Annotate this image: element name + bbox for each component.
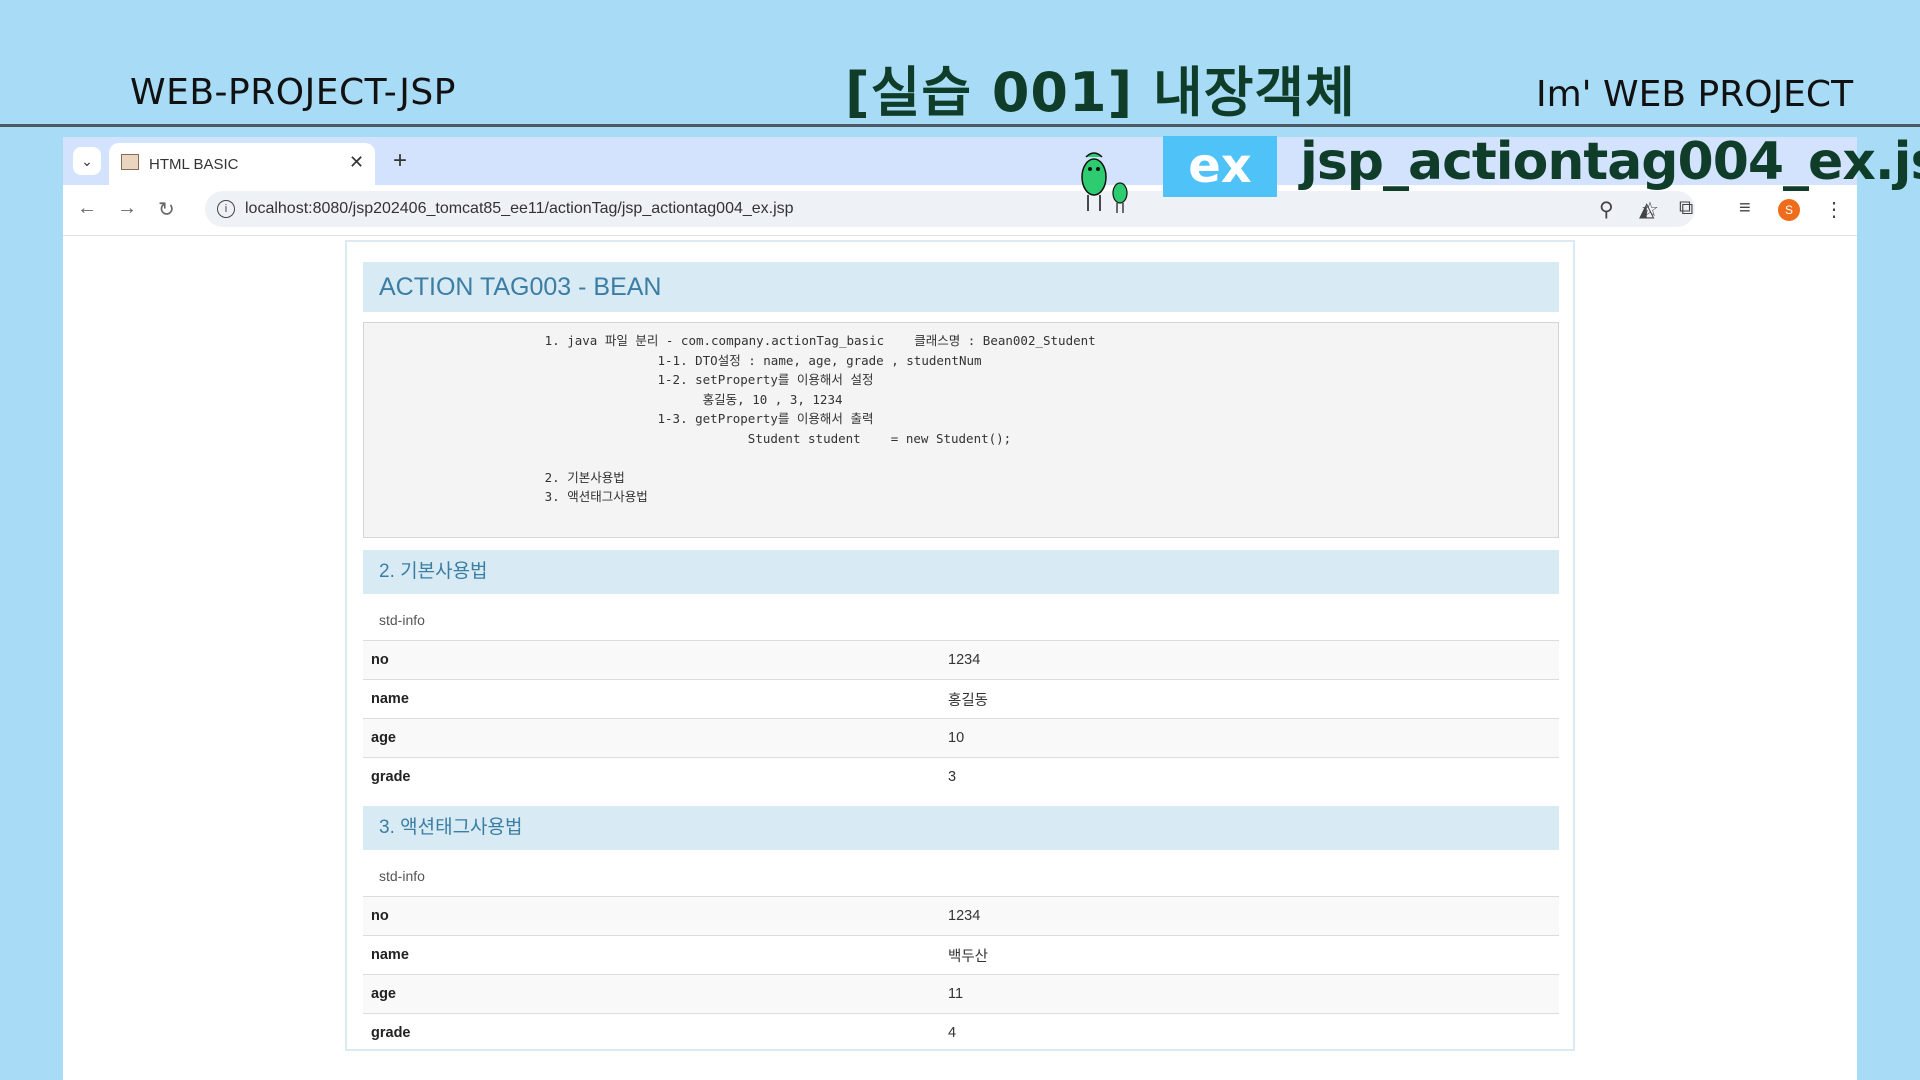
table-row: no 1234 <box>363 640 1559 680</box>
puzzle-icon[interactable]: ⧉ <box>1679 197 1693 220</box>
row-value: 1234 <box>940 896 1559 936</box>
info-icon[interactable]: i <box>217 200 235 218</box>
slide-right-title: Im' WEB PROJECT <box>1536 74 1854 115</box>
reading-list-icon[interactable]: ≡ <box>1739 197 1751 220</box>
reload-icon[interactable]: ↻ <box>158 197 175 222</box>
profile-avatar[interactable]: S <box>1778 199 1800 221</box>
row-value: 백두산 <box>940 935 1559 975</box>
slide-center-title: [실습 001] 내장객체 <box>845 61 1356 124</box>
section-3-header: 3. 액션태그사용법 <box>363 806 1559 850</box>
row-key: age <box>363 974 940 1014</box>
row-value: 4 <box>940 1013 1559 1052</box>
table-row: name 홍길동 <box>363 679 1559 719</box>
section-2-table: no 1234 name 홍길동 age 10 grade 3 <box>363 640 1559 796</box>
code-line: 1-1. DTO설정 : name, age, grade , studentN… <box>364 352 982 368</box>
table-row: age 10 <box>363 718 1559 758</box>
code-line: 2. 기본사용법 <box>364 469 625 485</box>
page-title: ACTION TAG003 - BEAN <box>363 262 1559 312</box>
section-2-caption: std-info <box>379 612 425 628</box>
row-value: 3 <box>940 757 1559 796</box>
section-3-caption: std-info <box>379 868 425 884</box>
address-bar[interactable]: i localhost:8080/jsp202406_tomcat85_ee11… <box>205 191 1695 227</box>
section-3-table: no 1234 name 백두산 age 11 grade 4 <box>363 896 1559 1052</box>
row-key: grade <box>363 757 940 796</box>
row-value: 11 <box>940 974 1559 1014</box>
mascot-icon <box>1081 152 1128 213</box>
slide-filename: jsp_actiontag004_ex.jsp <box>1300 132 1920 192</box>
back-icon[interactable]: ← <box>77 197 97 220</box>
code-block: 1. java 파일 분리 - com.company.actionTag_ba… <box>363 322 1559 538</box>
row-key: no <box>363 896 940 936</box>
ex-badge: ex <box>1163 136 1277 197</box>
extension-triangle-icon[interactable]: ◭ <box>1639 197 1654 222</box>
section-2-header: 2. 기본사용법 <box>363 550 1559 594</box>
row-key: no <box>363 640 940 680</box>
tab-html-basic[interactable]: HTML BASIC ✕ <box>109 143 375 185</box>
table-row: grade 3 <box>363 757 1559 796</box>
row-key: name <box>363 935 940 975</box>
code-line: 홍길동, 10 , 3, 1234 <box>364 391 843 407</box>
code-line: Student student = new Student(); <box>364 430 1012 446</box>
table-row: no 1234 <box>363 896 1559 936</box>
row-key: grade <box>363 1013 940 1052</box>
menu-icon[interactable]: ⋮ <box>1824 197 1844 222</box>
favicon-icon <box>121 154 139 170</box>
chevron-down-icon: ⌄ <box>81 152 93 169</box>
table-row: grade 4 <box>363 1013 1559 1052</box>
new-tab-button[interactable]: + <box>393 147 407 175</box>
tab-title: HTML BASIC <box>149 156 239 173</box>
row-key: age <box>363 718 940 758</box>
page-content: ACTION TAG003 - BEAN 1. java 파일 분리 - com… <box>345 240 1575 1052</box>
row-key: name <box>363 679 940 719</box>
table-row: age 11 <box>363 974 1559 1014</box>
page-title-text: ACTION TAG003 - BEAN <box>379 273 662 301</box>
zoom-icon[interactable]: ⚲ <box>1599 197 1614 222</box>
code-line: 1-3. getProperty를 이용해서 출력 <box>364 411 874 426</box>
url-text[interactable]: localhost:8080/jsp202406_tomcat85_ee11/a… <box>245 200 794 218</box>
row-value: 10 <box>940 718 1559 758</box>
code-line: 1. java 파일 분리 - com.company.actionTag_ba… <box>364 333 1096 348</box>
row-value: 홍길동 <box>940 679 1559 719</box>
slide-left-title: WEB-PROJECT-JSP <box>130 72 456 113</box>
tab-search-button[interactable]: ⌄ <box>73 147 101 175</box>
address-row: ← → ↻ i localhost:8080/jsp202406_tomcat8… <box>63 185 1857 236</box>
row-value: 1234 <box>940 640 1559 680</box>
close-icon[interactable]: ✕ <box>349 152 364 173</box>
code-line: 3. 액션태그사용법 <box>364 489 648 504</box>
section-3-title: 3. 액션태그사용법 <box>379 817 523 838</box>
forward-icon[interactable]: → <box>117 197 137 220</box>
table-row: name 백두산 <box>363 935 1559 975</box>
slide-divider <box>0 124 1920 127</box>
code-line: 1-2. setProperty를 이용해서 설정 <box>364 372 874 387</box>
section-2-title: 2. 기본사용법 <box>379 561 488 582</box>
